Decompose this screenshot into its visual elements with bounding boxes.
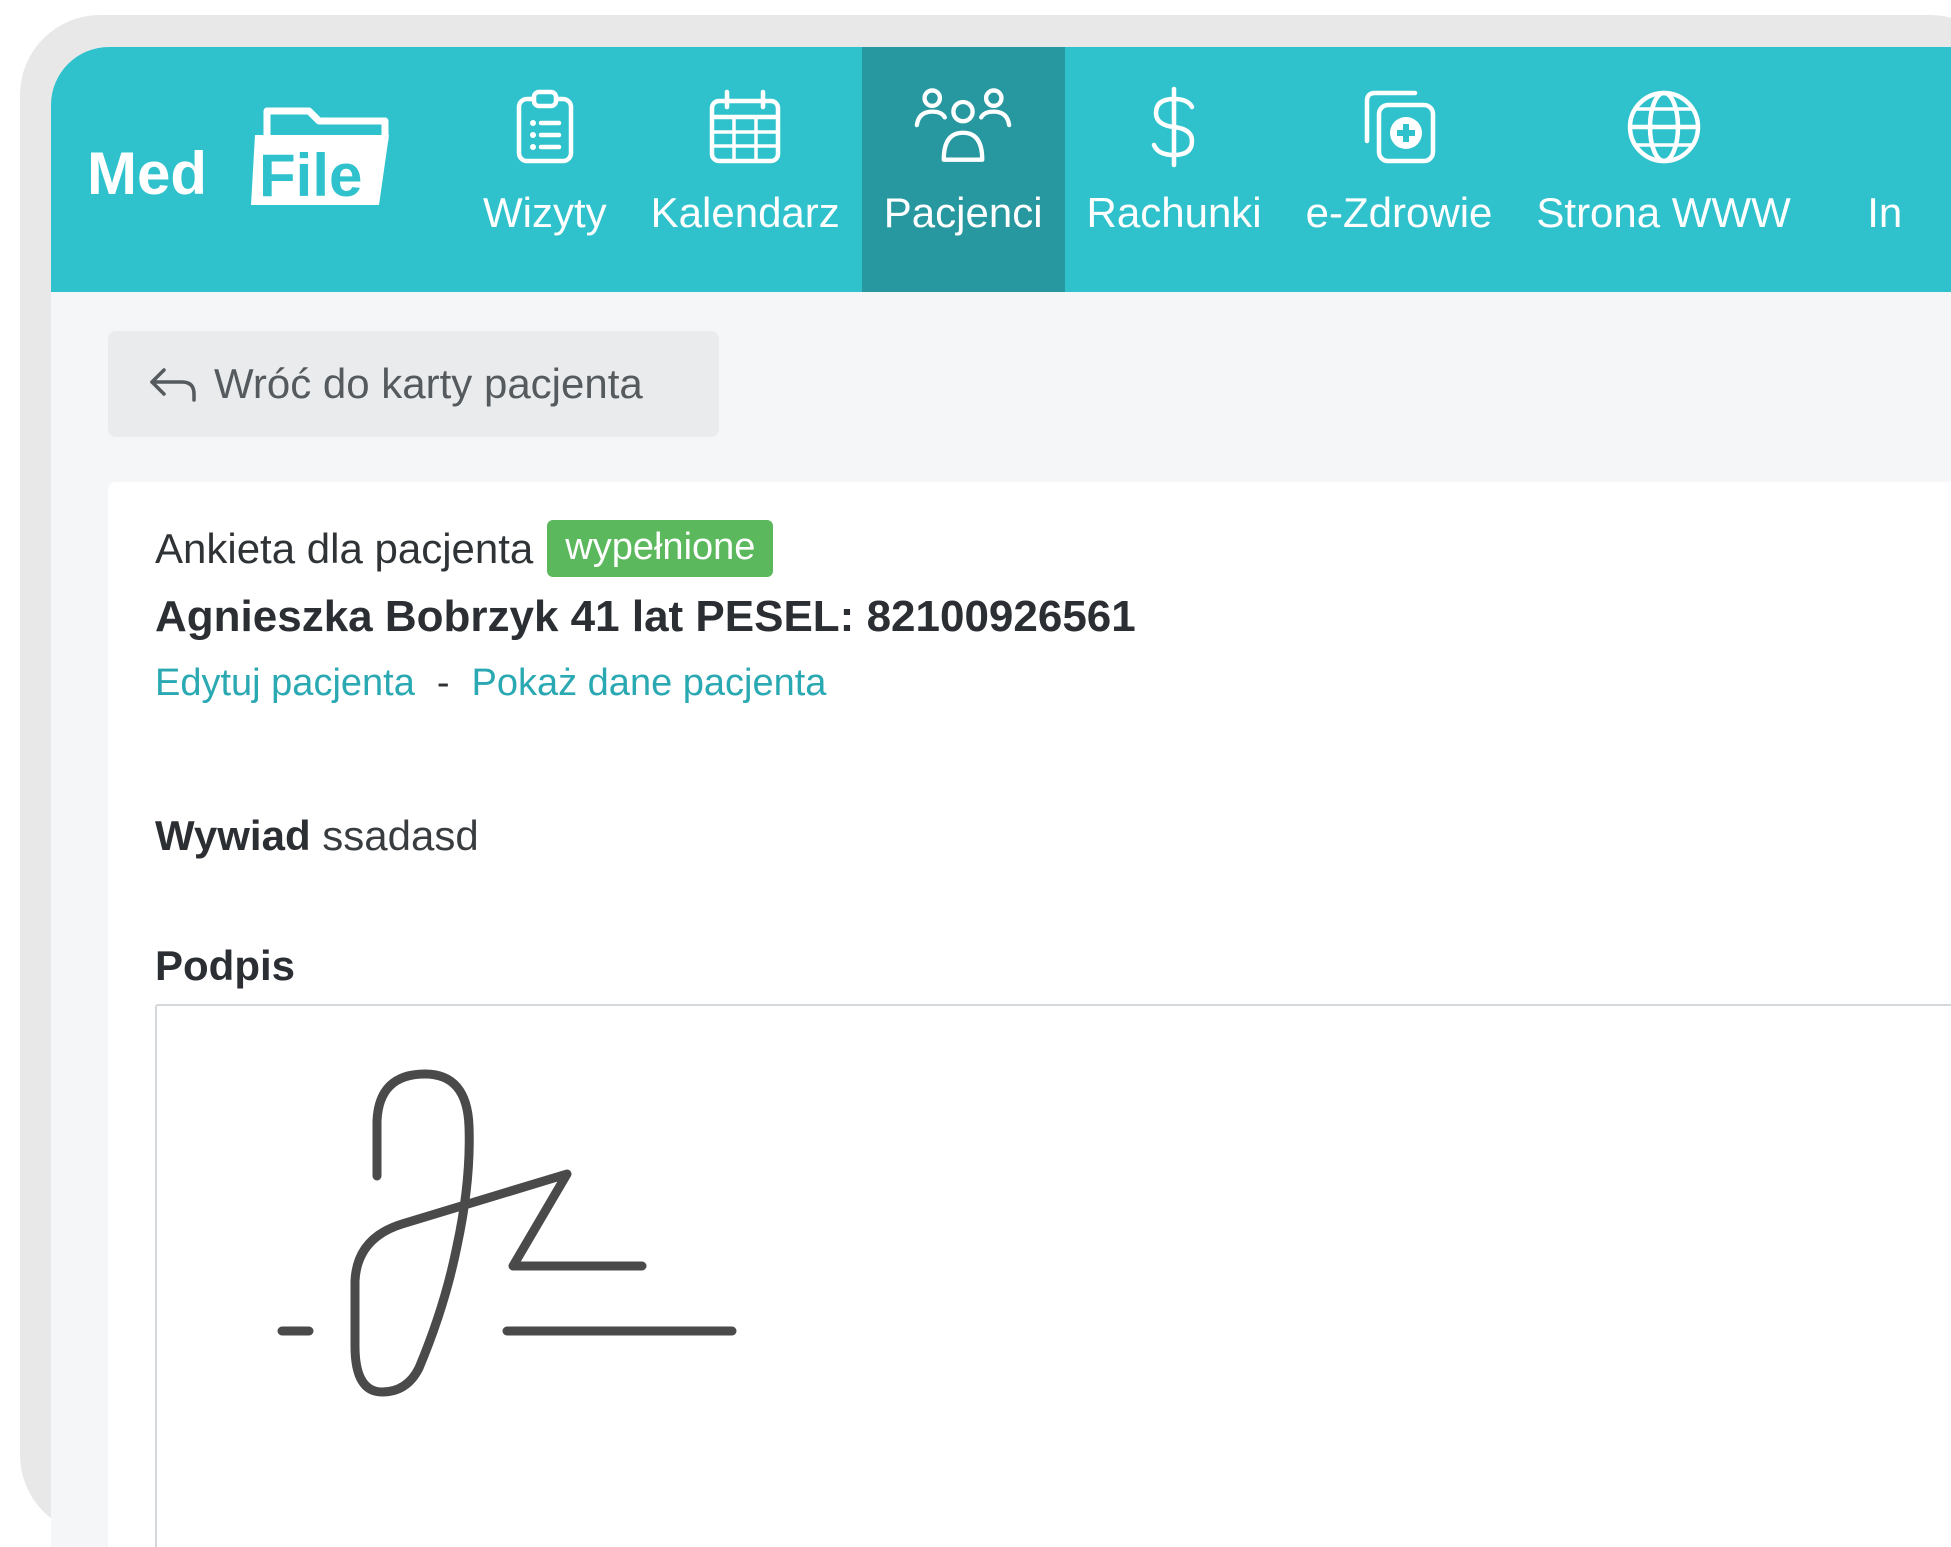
interview-value: ssadasd bbox=[322, 812, 479, 859]
nav-item-truncated[interactable]: In bbox=[1813, 47, 1951, 292]
nav-label-truncated: In bbox=[1867, 189, 1903, 236]
back-arrow-icon bbox=[150, 368, 196, 402]
patient-links: Edytuj pacjenta - Pokaż dane pacjenta bbox=[155, 662, 826, 705]
nav-label-wizyty: Wizyty bbox=[483, 189, 607, 236]
back-button-label: Wróć do karty pacjenta bbox=[214, 360, 643, 407]
interview-label: Wywiad bbox=[155, 812, 311, 859]
signature-drawing bbox=[277, 1069, 737, 1397]
nav-label-e-zdrowie: e-Zdrowie bbox=[1305, 189, 1493, 236]
medfile-logo[interactable]: Med File bbox=[87, 105, 397, 215]
status-badge: wypełnione bbox=[547, 520, 774, 577]
nav-item-strona-www[interactable]: Strona WWW bbox=[1514, 47, 1812, 292]
nav-item-pacjenci[interactable]: Pacjenci bbox=[861, 47, 1065, 292]
nav-label-strona-www: Strona WWW bbox=[1536, 189, 1791, 236]
calendar-icon bbox=[695, 77, 795, 177]
top-navigation-bar: Med File Wizyty Kalendarz Pacjenci Rachu… bbox=[51, 47, 1951, 292]
app-window: Med File Wizyty Kalendarz Pacjenci Rachu… bbox=[51, 47, 1951, 1547]
nav-label-rachunki: Rachunki bbox=[1086, 189, 1262, 236]
survey-header: Ankieta dla pacjenta wypełnione bbox=[155, 520, 774, 577]
edit-patient-link[interactable]: Edytuj pacjenta bbox=[155, 662, 415, 705]
survey-title: Ankieta dla pacjenta bbox=[155, 524, 534, 572]
globe-icon bbox=[1614, 77, 1714, 177]
nav-item-e-zdrowie[interactable]: e-Zdrowie bbox=[1284, 47, 1515, 292]
dollar-icon bbox=[1124, 77, 1224, 177]
logo-text-med: Med bbox=[87, 140, 207, 207]
users-icon bbox=[913, 77, 1013, 177]
interview-row: Wywiad ssadasd bbox=[155, 812, 479, 860]
truncated-nav-icon bbox=[1835, 77, 1935, 177]
nav-item-rachunki[interactable]: Rachunki bbox=[1065, 47, 1284, 292]
links-separator: - bbox=[436, 662, 450, 704]
clipboard-list-icon bbox=[495, 77, 595, 177]
main-nav: Wizyty Kalendarz Pacjenci Rachunki e-Zdr… bbox=[461, 47, 1951, 292]
nav-item-kalendarz[interactable]: Kalendarz bbox=[629, 47, 862, 292]
nav-label-kalendarz: Kalendarz bbox=[650, 189, 840, 236]
nav-label-pacjenci: Pacjenci bbox=[883, 189, 1043, 236]
nav-item-wizyty[interactable]: Wizyty bbox=[461, 47, 629, 292]
patient-summary: Agnieszka Bobrzyk 41 lat PESEL: 82100926… bbox=[155, 592, 1136, 641]
signature-box bbox=[155, 1004, 1951, 1547]
logo-text-file: File bbox=[259, 142, 363, 209]
signature-label: Podpis bbox=[155, 942, 296, 989]
show-patient-data-link[interactable]: Pokaż dane pacjenta bbox=[472, 662, 827, 705]
survey-card: Ankieta dla pacjenta wypełnione Agnieszk… bbox=[108, 482, 1951, 1547]
medical-cross-icon bbox=[1349, 77, 1449, 177]
back-to-patient-card-button[interactable]: Wróć do karty pacjenta bbox=[108, 331, 719, 437]
